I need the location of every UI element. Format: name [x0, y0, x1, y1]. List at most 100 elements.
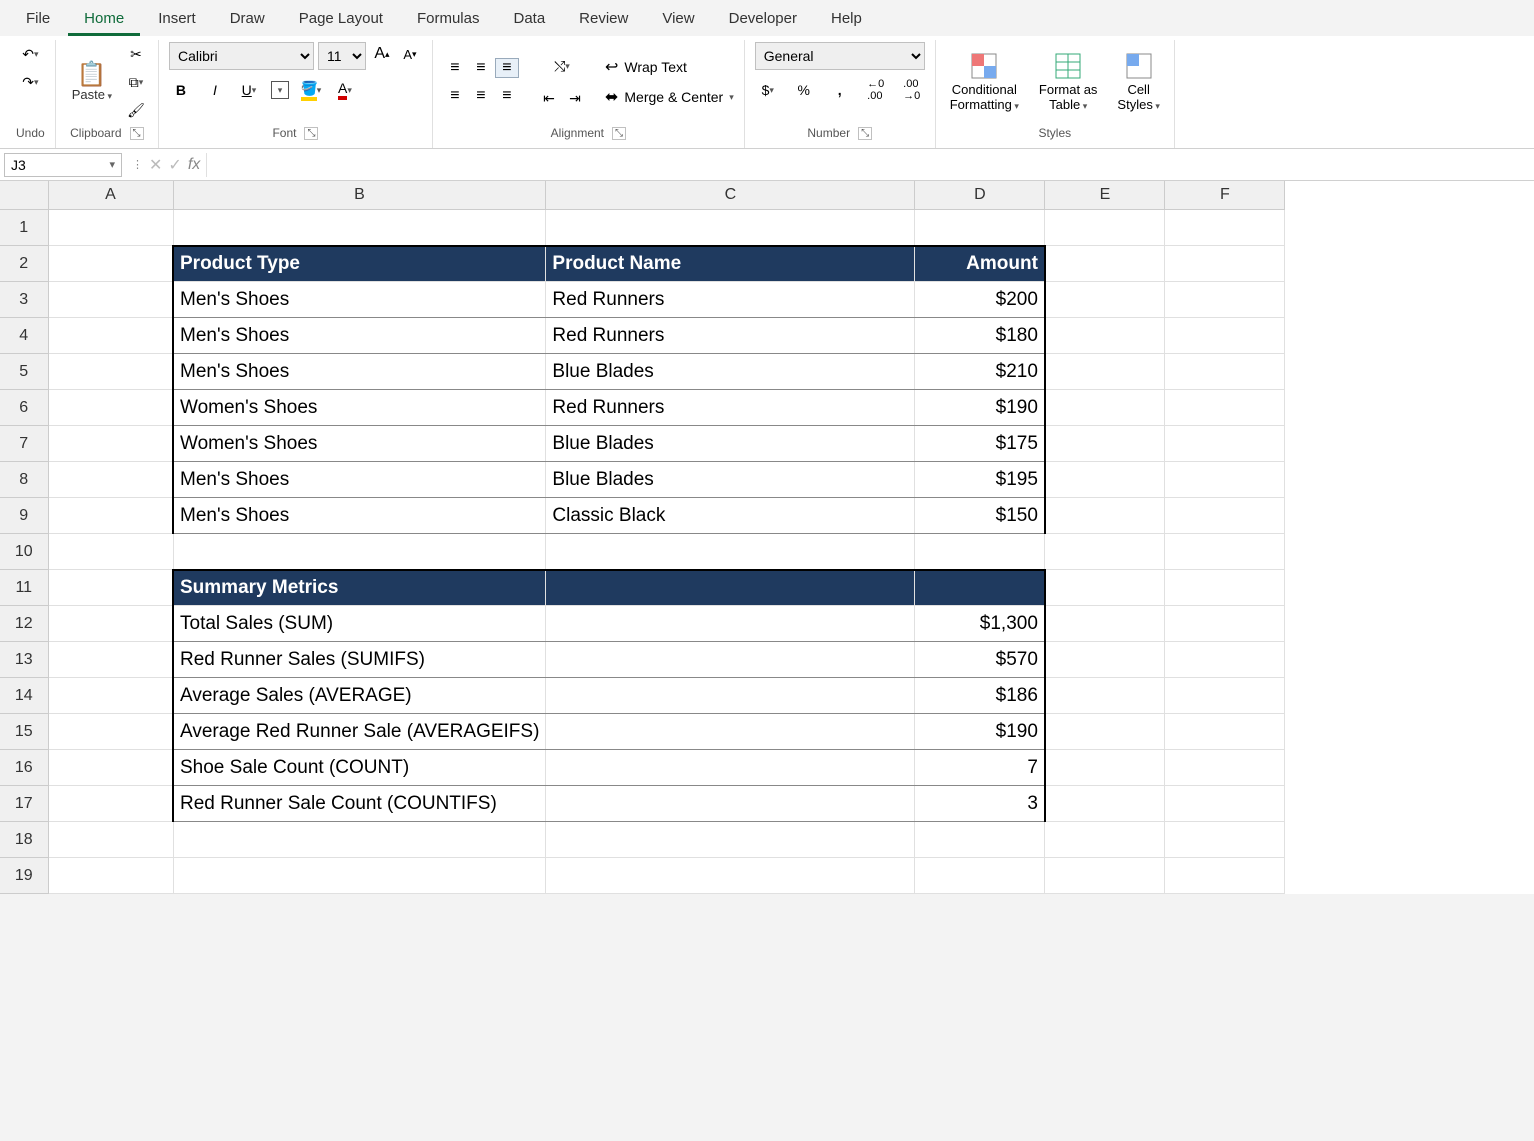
cell-D9[interactable]: $150 — [915, 498, 1045, 534]
tab-developer[interactable]: Developer — [713, 4, 813, 36]
cell-D11[interactable] — [915, 570, 1045, 606]
cell-C13[interactable] — [546, 642, 915, 678]
cell-B17[interactable]: Red Runner Sale Count (COUNTIFS) — [173, 786, 546, 822]
merge-center-button[interactable]: ⬌ Merge & Center — [605, 87, 734, 107]
row-header-8[interactable]: 8 — [0, 462, 48, 498]
cell-A13[interactable] — [48, 642, 173, 678]
align-right-button[interactable]: ≡ — [495, 86, 519, 106]
cell-D10[interactable] — [915, 534, 1045, 570]
cell-F18[interactable] — [1165, 822, 1285, 858]
cell-A5[interactable] — [48, 354, 173, 390]
font-launcher[interactable]: ⤡ — [304, 127, 318, 140]
align-center-button[interactable]: ≡ — [469, 86, 493, 106]
tab-page-layout[interactable]: Page Layout — [283, 4, 399, 36]
cell-D8[interactable]: $195 — [915, 462, 1045, 498]
cell-B7[interactable]: Women's Shoes — [173, 426, 546, 462]
cell-E12[interactable] — [1045, 606, 1165, 642]
cell-E18[interactable] — [1045, 822, 1165, 858]
cell-F1[interactable] — [1165, 210, 1285, 246]
namebox-dropdown-icon[interactable]: ⋮ — [132, 158, 143, 171]
row-header-3[interactable]: 3 — [0, 282, 48, 318]
comma-format-button[interactable]: , — [828, 78, 852, 102]
cell-E9[interactable] — [1045, 498, 1165, 534]
italic-button[interactable]: I — [203, 78, 227, 102]
cell-E3[interactable] — [1045, 282, 1165, 318]
underline-button[interactable]: U — [237, 78, 261, 102]
cell-F14[interactable] — [1165, 678, 1285, 714]
cell-C16[interactable] — [546, 750, 915, 786]
cell-B4[interactable]: Men's Shoes — [173, 318, 546, 354]
cell-E1[interactable] — [1045, 210, 1165, 246]
cell-D3[interactable]: $200 — [915, 282, 1045, 318]
cell-B9[interactable]: Men's Shoes — [173, 498, 546, 534]
cell-A3[interactable] — [48, 282, 173, 318]
cell-A17[interactable] — [48, 786, 173, 822]
row-header-4[interactable]: 4 — [0, 318, 48, 354]
cell-A15[interactable] — [48, 714, 173, 750]
cell-C8[interactable]: Blue Blades — [546, 462, 915, 498]
cell-E4[interactable] — [1045, 318, 1165, 354]
cell-C18[interactable] — [546, 822, 915, 858]
align-bottom-button[interactable]: ≡ — [495, 58, 519, 78]
cell-F7[interactable] — [1165, 426, 1285, 462]
copy-button[interactable]: ⧉ — [124, 70, 148, 94]
cell-A6[interactable] — [48, 390, 173, 426]
cell-F2[interactable] — [1165, 246, 1285, 282]
tab-data[interactable]: Data — [497, 4, 561, 36]
cell-D6[interactable]: $190 — [915, 390, 1045, 426]
cell-D4[interactable]: $180 — [915, 318, 1045, 354]
cell-B10[interactable] — [173, 534, 546, 570]
cell-F4[interactable] — [1165, 318, 1285, 354]
cell-F9[interactable] — [1165, 498, 1285, 534]
cell-C6[interactable]: Red Runners — [546, 390, 915, 426]
cell-A8[interactable] — [48, 462, 173, 498]
tab-draw[interactable]: Draw — [214, 4, 281, 36]
column-header-C[interactable]: C — [546, 181, 915, 210]
cell-E19[interactable] — [1045, 858, 1165, 894]
cut-button[interactable]: ✂ — [124, 42, 148, 66]
cell-C1[interactable] — [546, 210, 915, 246]
cell-B2[interactable]: Product Type — [173, 246, 546, 282]
cell-B8[interactable]: Men's Shoes — [173, 462, 546, 498]
cell-A16[interactable] — [48, 750, 173, 786]
enter-formula-button[interactable]: ✓ — [168, 155, 181, 175]
cell-C10[interactable] — [546, 534, 915, 570]
cell-F19[interactable] — [1165, 858, 1285, 894]
percent-format-button[interactable]: % — [792, 78, 816, 102]
cell-F16[interactable] — [1165, 750, 1285, 786]
tab-help[interactable]: Help — [815, 4, 878, 36]
row-header-10[interactable]: 10 — [0, 534, 48, 570]
cell-F3[interactable] — [1165, 282, 1285, 318]
cell-A12[interactable] — [48, 606, 173, 642]
cell-D17[interactable]: 3 — [915, 786, 1045, 822]
redo-button[interactable]: ↷ — [18, 70, 42, 94]
cell-B11[interactable]: Summary Metrics — [173, 570, 546, 606]
cell-D12[interactable]: $1,300 — [915, 606, 1045, 642]
cell-D7[interactable]: $175 — [915, 426, 1045, 462]
increase-font-button[interactable]: A▴ — [370, 42, 394, 66]
font-name-select[interactable]: Calibri — [169, 42, 314, 70]
cell-E5[interactable] — [1045, 354, 1165, 390]
fx-icon[interactable]: fx — [188, 156, 200, 174]
increase-indent-button[interactable]: ⇥ — [563, 86, 587, 110]
undo-button[interactable]: ↶ — [18, 42, 42, 66]
cell-C17[interactable] — [546, 786, 915, 822]
cell-B5[interactable]: Men's Shoes — [173, 354, 546, 390]
cell-D13[interactable]: $570 — [915, 642, 1045, 678]
cell-B19[interactable] — [173, 858, 546, 894]
cell-F13[interactable] — [1165, 642, 1285, 678]
conditional-formatting-button[interactable]: Conditional Formatting — [946, 50, 1023, 114]
cell-D16[interactable]: 7 — [915, 750, 1045, 786]
cell-E17[interactable] — [1045, 786, 1165, 822]
cell-E15[interactable] — [1045, 714, 1165, 750]
cell-B13[interactable]: Red Runner Sales (SUMIFS) — [173, 642, 546, 678]
row-header-19[interactable]: 19 — [0, 858, 48, 894]
cell-B14[interactable]: Average Sales (AVERAGE) — [173, 678, 546, 714]
cell-F8[interactable] — [1165, 462, 1285, 498]
cell-D19[interactable] — [915, 858, 1045, 894]
row-header-16[interactable]: 16 — [0, 750, 48, 786]
border-button[interactable] — [271, 81, 289, 99]
cell-D2[interactable]: Amount — [915, 246, 1045, 282]
cell-B15[interactable]: Average Red Runner Sale (AVERAGEIFS) — [173, 714, 546, 750]
cell-A18[interactable] — [48, 822, 173, 858]
